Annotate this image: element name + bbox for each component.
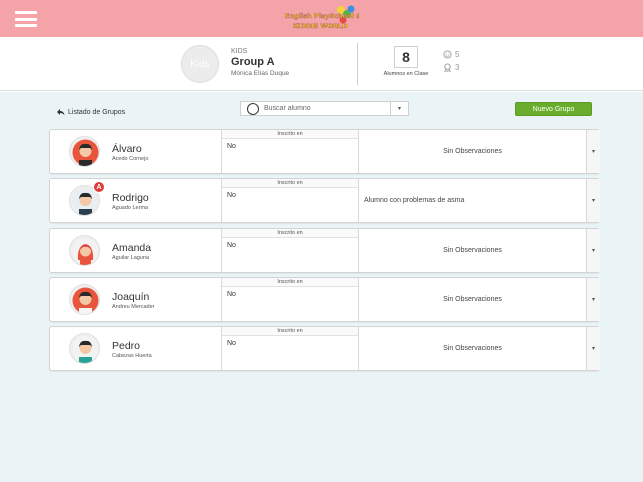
group-header: Kids KIDS Group A Mónica Elías Duque 8 A… xyxy=(0,37,643,91)
chevron-down-icon[interactable]: ▾ xyxy=(586,327,600,370)
student-name: Amanda xyxy=(112,242,152,254)
observations-cell: Alumno con problemas de asma xyxy=(358,179,586,222)
group-teacher: Mónica Elías Duque xyxy=(231,70,290,77)
group-meta: KIDS Group A Mónica Elías Duque xyxy=(231,48,289,77)
face-icon xyxy=(443,50,452,59)
group-kind: KIDS xyxy=(231,48,248,55)
student-search[interactable]: ▾ xyxy=(240,101,409,116)
student-surname: Acedo Cornejo xyxy=(112,156,149,162)
students-count-label: Alumnos en Clase xyxy=(383,71,429,77)
students-count: 8 xyxy=(394,46,418,68)
student-name: Rodrigo xyxy=(112,192,149,204)
chevron-down-icon[interactable]: ▾ xyxy=(586,130,600,173)
back-to-groups-link[interactable]: Listado de Grupos xyxy=(57,109,125,116)
new-group-button[interactable]: Nuevo Grupo xyxy=(515,102,592,116)
inscrito-header: Inscrito en xyxy=(222,179,358,188)
inscrito-cell: Inscrito en No xyxy=(221,179,358,222)
student-row-joaquin[interactable]: Joaquín Andreu Mercader Inscrito en No S… xyxy=(49,277,600,322)
student-avatar xyxy=(69,136,100,167)
hamburger-icon[interactable] xyxy=(15,11,37,27)
group-name: Group A xyxy=(231,56,275,68)
search-icon xyxy=(247,102,259,115)
student-name: Joaquín xyxy=(112,291,150,303)
group-avatar: Kids xyxy=(181,45,219,83)
school-logo: English PlaySchool & KIDDIE WORLD xyxy=(285,5,359,30)
student-surname: Cabezas Huerta xyxy=(112,353,152,359)
inscrito-cell: Inscrito en No xyxy=(221,327,358,370)
inscrito-value: No xyxy=(227,291,236,298)
chevron-down-icon[interactable]: ▾ xyxy=(586,278,600,321)
observations-cell: Sin Observaciones xyxy=(358,327,586,370)
stat-two: 3 xyxy=(443,63,459,72)
observations-cell: Sin Observaciones xyxy=(358,229,586,272)
top-bar: English PlaySchool & KIDDIE WORLD xyxy=(0,0,643,37)
svg-text:KIDDIE WORLD: KIDDIE WORLD xyxy=(293,22,348,30)
chevron-down-icon[interactable]: ▾ xyxy=(586,179,600,222)
student-row-alvaro[interactable]: Álvaro Acedo Cornejo Inscrito en No Sin … xyxy=(49,129,600,174)
inscrito-cell: Inscrito en No xyxy=(221,278,358,321)
stat-two-value: 3 xyxy=(455,63,460,72)
inscrito-cell: Inscrito en No xyxy=(221,130,358,173)
student-surname: Aguilar Laguna xyxy=(112,255,150,261)
back-arrow-icon xyxy=(57,109,65,116)
student-name: Pedro xyxy=(112,340,141,352)
main-area: Listado de Grupos ▾ Nuevo Grupo Álvaro A… xyxy=(0,92,643,482)
student-avatar xyxy=(69,235,100,266)
inscrito-header: Inscrito en xyxy=(222,130,358,139)
chevron-down-icon[interactable]: ▾ xyxy=(390,102,408,115)
header-divider xyxy=(357,43,358,85)
student-surname: Andreu Mercader xyxy=(112,304,155,310)
inscrito-value: No xyxy=(227,192,236,199)
student-row-amanda[interactable]: Amanda Aguilar Laguna Inscrito en No Sin… xyxy=(49,228,600,273)
chevron-down-icon[interactable]: ▾ xyxy=(586,229,600,272)
inscrito-header: Inscrito en xyxy=(222,327,358,336)
observations-cell: Sin Observaciones xyxy=(358,278,586,321)
student-avatar xyxy=(69,284,100,315)
student-name: Álvaro xyxy=(112,143,142,155)
inscrito-cell: Inscrito en No xyxy=(221,229,358,272)
alert-badge: A xyxy=(93,181,105,193)
inscrito-value: No xyxy=(227,340,236,347)
observations-cell: Sin Observaciones xyxy=(358,130,586,173)
svg-text:English PlaySchool &: English PlaySchool & xyxy=(285,12,359,20)
student-row-pedro[interactable]: Pedro Cabezas Huerta Inscrito en No Sin … xyxy=(49,326,600,371)
back-link-label: Listado de Grupos xyxy=(68,109,126,116)
inscrito-header: Inscrito en xyxy=(222,278,358,287)
ribbon-icon xyxy=(444,63,451,72)
student-row-rodrigo[interactable]: A Rodrigo Aguado Lerma Inscrito en No Al… xyxy=(49,178,600,223)
inscrito-header: Inscrito en xyxy=(222,229,358,238)
stat-one-value: 5 xyxy=(455,50,460,59)
inscrito-value: No xyxy=(227,242,236,249)
stat-one: 5 xyxy=(443,50,459,59)
inscrito-value: No xyxy=(227,143,236,150)
student-avatar xyxy=(69,333,100,364)
search-input[interactable] xyxy=(259,105,389,112)
student-surname: Aguado Lerma xyxy=(112,205,149,211)
